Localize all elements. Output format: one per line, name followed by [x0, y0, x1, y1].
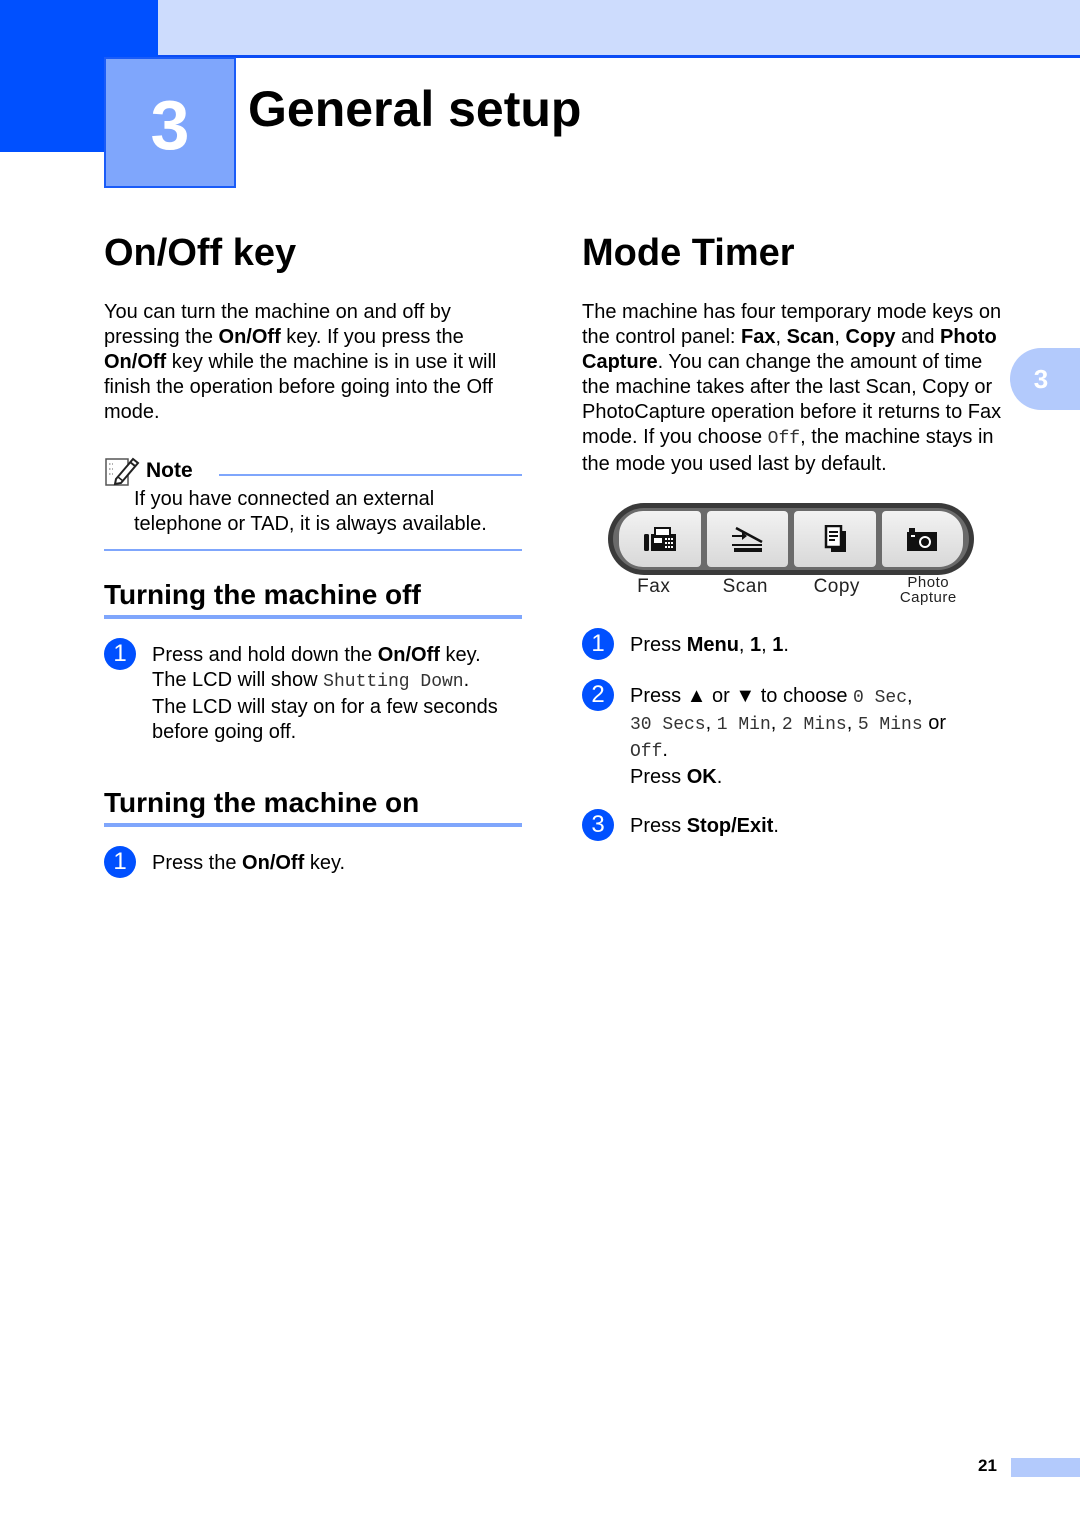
chapter-number-box: 3	[104, 57, 236, 188]
step-number-badge: 1	[104, 846, 136, 878]
lcd-text: 0 Sec	[853, 688, 908, 708]
control-panel-illustration: Fax Scan Copy Photo Capture	[608, 503, 974, 605]
panel-key-scan	[706, 511, 788, 567]
page-number: 21	[978, 1456, 997, 1475]
key-name: OK	[686, 766, 717, 788]
key-name: On/Off	[377, 644, 440, 666]
right-column: Mode Timer The machine has four temporar…	[582, 234, 1002, 841]
header-band	[158, 0, 1080, 55]
step-item: 1 Press Menu, 1, 1.	[582, 628, 1002, 660]
lcd-text: 5 Mins	[857, 715, 923, 735]
lcd-text: 2 Mins	[781, 715, 847, 735]
key-name: On/Off	[242, 852, 305, 874]
panel-label-fax: Fax	[637, 576, 671, 597]
step-item: 1 Press and hold down the On/Off key. The…	[104, 638, 522, 745]
camera-icon	[907, 528, 938, 551]
panel-key-copy	[794, 511, 876, 567]
step-text: Press Stop/Exit.	[630, 815, 779, 837]
lcd-text: Shutting Down	[323, 672, 464, 692]
step-item: 1 Press the On/Off key.	[104, 846, 522, 878]
mode-timer-steps: 1 Press Menu, 1, 1. 2 Press ▲ or ▼ to ch…	[582, 628, 1002, 841]
section-title-mode-timer: Mode Timer	[582, 232, 795, 274]
note-box: Note If you have connected an external t…	[104, 455, 522, 551]
chapter-title: General setup	[248, 81, 582, 137]
key-name: On/Off	[104, 351, 167, 373]
key-name: 1	[772, 634, 784, 656]
key-name: Stop/Exit	[686, 815, 774, 837]
note-label: Note	[146, 459, 193, 482]
key-name: Copy	[845, 326, 896, 348]
step-text: Press and hold down the On/Off key. The L…	[152, 644, 498, 743]
page-number-bar	[1011, 1458, 1080, 1477]
key-name: 1	[750, 634, 762, 656]
scanner-icon	[732, 526, 763, 552]
panel-key-fax	[619, 511, 701, 567]
copy-icon	[824, 525, 846, 552]
chapter-side-tab-label: 3	[1033, 363, 1049, 394]
step-number-badge: 3	[582, 809, 614, 841]
note-bottom-divider	[104, 549, 522, 551]
step-text: Press the On/Off key.	[152, 852, 346, 874]
step-item: 2 Press ▲ or ▼ to choose 0 Sec, 30 Secs,…	[582, 679, 1002, 790]
onoff-paragraph: You can turn the machine on and off by p…	[104, 301, 497, 423]
left-column: On/Off key You can turn the machine on a…	[104, 234, 522, 878]
step-number-badge: 1	[104, 638, 136, 670]
fax-icon	[643, 527, 676, 551]
chapter-number: 3	[150, 85, 190, 164]
panel-label-scan: Scan	[722, 576, 768, 597]
lcd-text: Off	[630, 742, 663, 762]
step-number-badge: 2	[582, 679, 614, 711]
panel-label-copy: Copy	[813, 576, 860, 597]
panel-key-photo-capture	[881, 511, 963, 567]
subsection-title-turning-off: Turning the machine off	[104, 581, 522, 619]
step-text: Press Menu, 1, 1.	[630, 634, 789, 656]
step-item: 3 Press Stop/Exit.	[582, 809, 1002, 841]
note-pencil-icon	[104, 455, 140, 487]
step-text: Press ▲ or ▼ to choose 0 Sec, 30 Secs, 1…	[630, 685, 946, 788]
lcd-text: Off	[767, 429, 801, 449]
key-name: On/Off	[218, 326, 281, 348]
section-title-onoff: On/Off key	[104, 232, 297, 274]
header-rule	[158, 55, 1080, 58]
chapter-side-tab[interactable]: 3	[1010, 348, 1080, 410]
mode-timer-paragraph: The machine has four temporary mode keys…	[582, 301, 1002, 475]
key-name: Scan	[786, 326, 835, 348]
key-name: Menu	[686, 634, 739, 656]
key-name: Fax	[741, 326, 776, 348]
note-text: If you have connected an external teleph…	[134, 488, 487, 535]
note-divider	[218, 474, 522, 476]
lcd-text: 1 Min	[716, 715, 771, 735]
lcd-text: 30 Secs	[630, 715, 706, 735]
step-number-badge: 1	[582, 628, 614, 660]
panel-label-photo-capture: Photo Capture	[899, 574, 957, 606]
subsection-title-turning-on: Turning the machine on	[104, 789, 522, 827]
